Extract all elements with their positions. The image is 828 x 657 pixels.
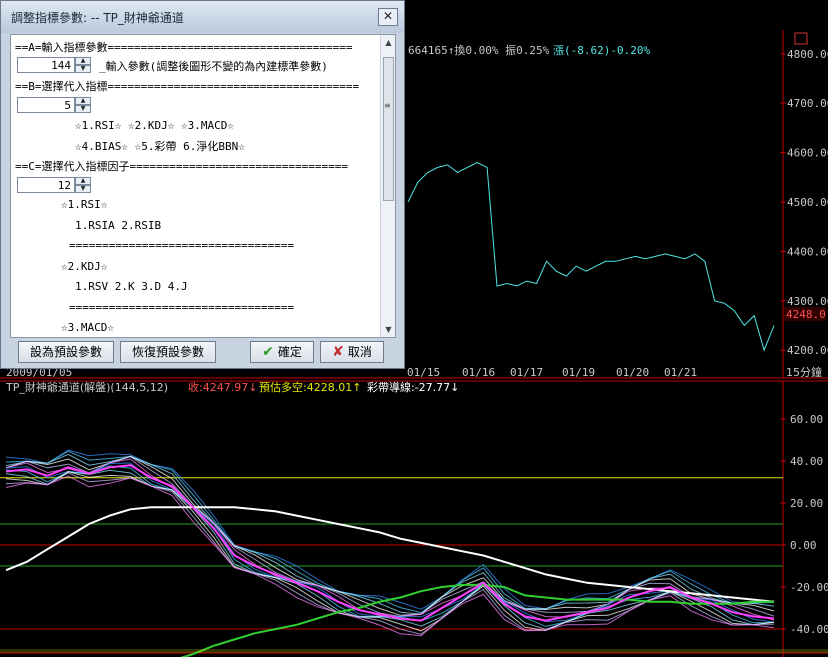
indicator-close: 收:4247.97↓ (188, 380, 257, 394)
scroll-thumb[interactable] (383, 57, 394, 201)
indicator-tick-label: 40.00 (790, 455, 823, 468)
indicator-forecast: 預估多空:4228.01↑ (259, 380, 361, 394)
divider: ================================== (69, 301, 295, 314)
factor-kdj-label: ☆2.KDJ☆ (61, 260, 108, 273)
spin-up-icon[interactable]: ▲ (75, 57, 91, 65)
section-a-header: ==A=輸入指標參數==============================… (15, 41, 353, 54)
ok-button[interactable]: ✔ 確定 (250, 341, 314, 363)
indicator-tick-label: -40.00 (790, 623, 828, 636)
spin-up-icon[interactable]: ▲ (75, 177, 91, 185)
param-b-input[interactable]: 5 (17, 97, 75, 113)
spin-up-icon[interactable]: ▲ (75, 97, 91, 105)
restore-default-button[interactable]: 恢復預設參數 (120, 341, 216, 363)
price-tick-label: 4200.00 (787, 344, 828, 357)
param-a-label: _輸入參數(調整後圖形不變的為內建標準參數) (99, 60, 328, 73)
checkmark-icon: ✔ (262, 344, 274, 360)
cancel-label: 取消 (347, 345, 372, 359)
dialog-titlebar[interactable]: 調整指標參數: -- TP_財神爺通道 ✕ (1, 1, 404, 33)
set-default-button[interactable]: 設為預設參數 (18, 341, 114, 363)
current-price-label: 4248.0 (786, 308, 826, 321)
indicator-tick-label: 60.00 (790, 413, 823, 426)
time-tick-label: 01/16 (462, 366, 495, 379)
params-panel[interactable]: ==A=輸入指標參數==============================… (10, 34, 396, 338)
factor-kdj-items: 1.RSV 2.K 3.D 4.J (75, 280, 188, 293)
price-tick-label: 4400.00 (787, 245, 828, 258)
scroll-up-icon[interactable]: ▲ (381, 35, 395, 50)
factor-macd-label: ☆3.MACD☆ (61, 321, 114, 334)
ok-label: 確定 (277, 345, 302, 359)
indicator-tick-label: 0.00 (790, 539, 817, 552)
indicator-options-row2: ☆4.BIAS☆ ☆5.彩帶 6.淨化BBN☆ (75, 140, 245, 153)
adjust-params-dialog[interactable]: 調整指標參數: -- TP_財神爺通道 ✕ ==A=輸入指標參數========… (0, 0, 405, 369)
indicator-title: TP_財神爺通道(解盤)(144,5,12) (5, 380, 168, 394)
price-change: 漲(-8.62)-0.20% (553, 44, 650, 57)
price-tick-label: 4600.00 (787, 147, 828, 160)
param-c-input[interactable]: 12 (17, 177, 75, 193)
period-label[interactable]: 15分鐘 (786, 365, 822, 379)
param-a-stepper[interactable]: 144 ▲ ▼ (17, 57, 91, 75)
time-tick-label: 01/20 (616, 366, 649, 379)
price-tick-label: 4300.00 (787, 295, 828, 308)
param-a-input[interactable]: 144 (17, 57, 75, 73)
indicator-tick-label: 20.00 (790, 497, 823, 510)
dialog-title: 調整指標參數: -- TP_財神爺通道 (11, 11, 184, 25)
section-b-header: ==B=選擇代入指標==============================… (15, 80, 360, 93)
param-c-stepper[interactable]: 12 ▲ ▼ (17, 177, 91, 195)
time-tick-label: 01/19 (562, 366, 595, 379)
bottom-scroll-bar[interactable] (0, 649, 828, 653)
cancel-button[interactable]: ✘ 取消 (320, 341, 384, 363)
divider: ================================== (69, 239, 295, 252)
indicator-guide: 彩帶導線:-27.77↓ (367, 380, 459, 394)
price-stats: 664165↑換0.00% 振0.25% (408, 43, 550, 57)
indicator-tick-label: -20.00 (790, 581, 828, 594)
scroll-down-icon[interactable]: ▼ (381, 322, 395, 337)
section-c-header: ==C=選擇代入指標因子============================… (15, 160, 349, 173)
price-tick-label: 4500.00 (787, 196, 828, 209)
price-tick-label: 4800.00 (787, 48, 828, 61)
params-scrollbar[interactable]: ▲ ≡ ▼ (380, 35, 395, 337)
indicator-options-row1: ☆1.RSI☆ ☆2.KDJ☆ ☆3.MACD☆ (75, 119, 234, 132)
factor-rsi-items: 1.RSIA 2.RSIB (75, 219, 162, 232)
factor-rsi-label: ☆1.RSI☆ (61, 198, 108, 211)
param-b-stepper[interactable]: 5 ▲ ▼ (17, 97, 91, 115)
price-tick-label: 4700.00 (787, 97, 828, 110)
grip-icon: ≡ (384, 101, 391, 110)
time-tick-label: 01/17 (510, 366, 543, 379)
time-tick-label: 01/21 (664, 366, 697, 379)
spin-down-icon[interactable]: ▼ (75, 65, 91, 73)
spin-down-icon[interactable]: ▼ (75, 105, 91, 113)
time-tick-label: 01/15 (407, 366, 440, 379)
close-icon[interactable]: ✕ (378, 8, 398, 26)
close-x-icon: ✘ (332, 344, 344, 360)
spin-down-icon[interactable]: ▼ (75, 185, 91, 193)
